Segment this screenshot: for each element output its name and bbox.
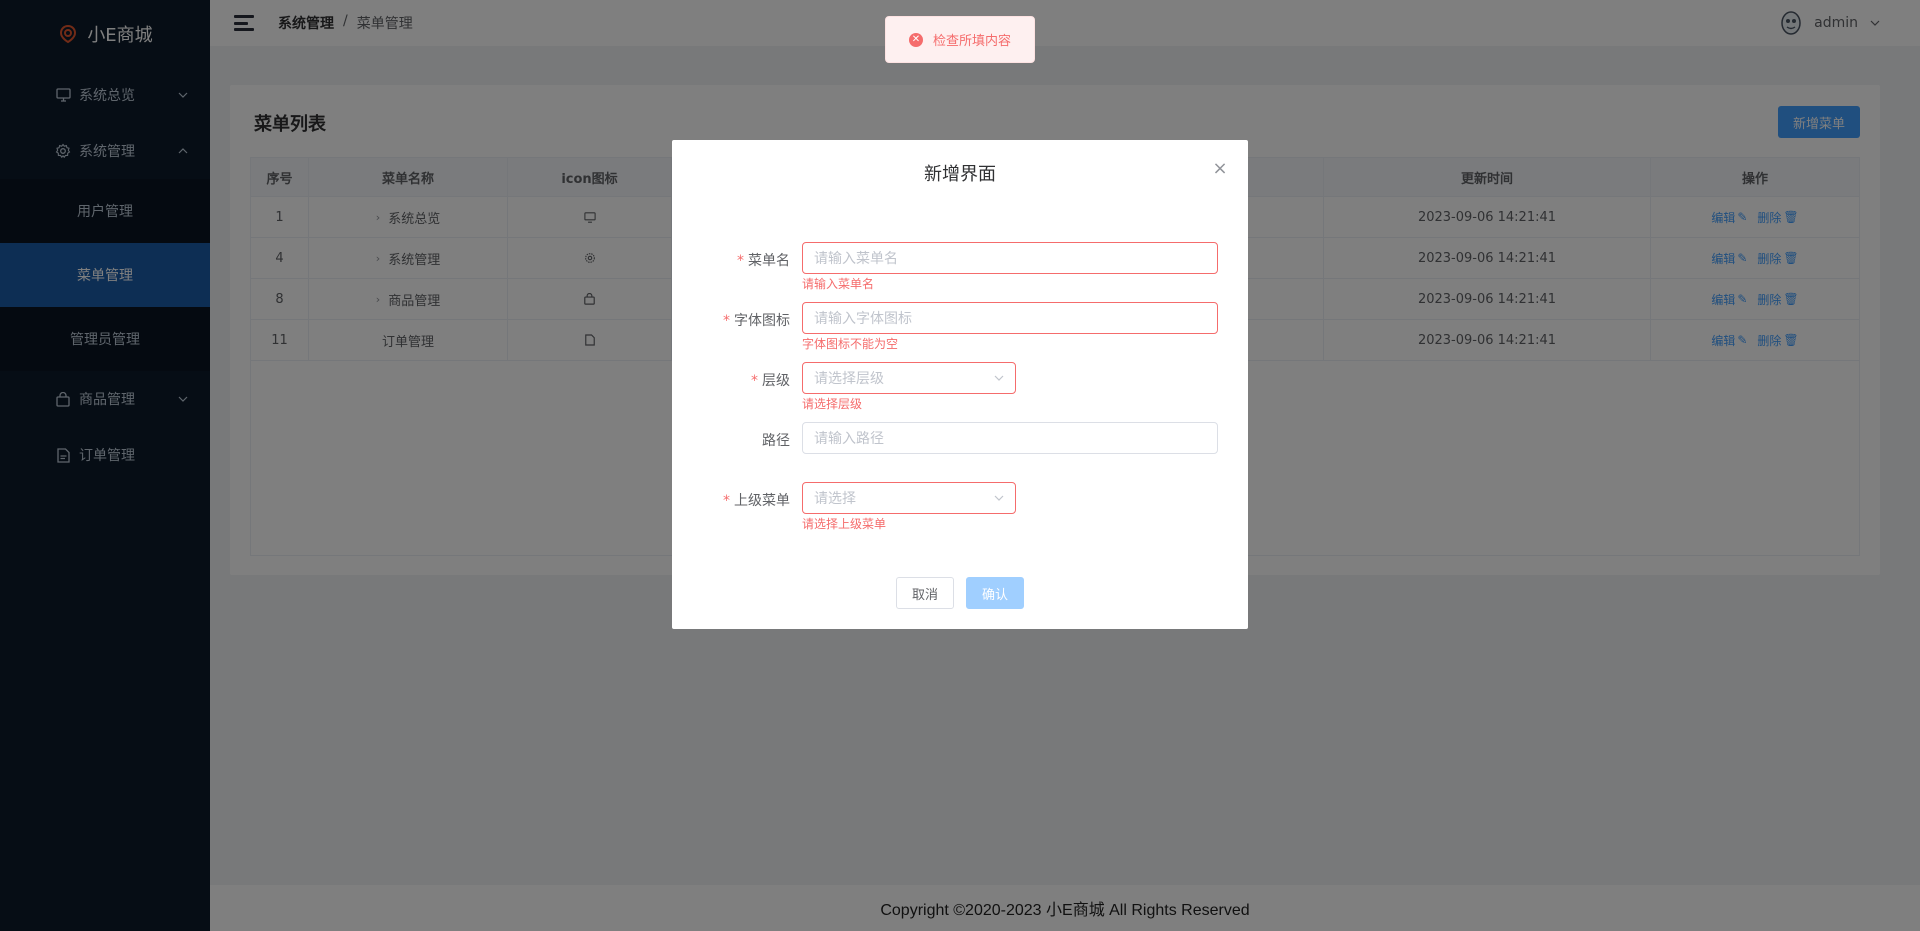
select-placeholder: 请选择层级 [814,371,884,387]
error-message: ✕ 检查所填内容 [885,16,1035,63]
field-error: 请选择上级菜单 [802,517,887,531]
menu-name-input[interactable]: 请输入菜单名 [802,242,1218,274]
error-message-text: 检查所填内容 [932,34,1011,49]
confirm-button[interactable]: 确认 [966,577,1025,609]
field-error: 请输入菜单名 [802,277,875,291]
field-label: 路径 [762,433,790,449]
chevron-down-icon [994,375,1004,381]
cancel-button[interactable]: 取消 [895,577,954,609]
dialog-footer: 取消 确认 [672,577,1248,609]
level-select[interactable]: 请选择层级 [802,362,1016,394]
icon-input[interactable]: 请输入字体图标 [802,302,1218,334]
path-input[interactable]: 请输入路径 [802,422,1218,454]
dialog-title: 新增界面 [924,164,996,185]
field-label: * 上级菜单 [723,493,790,509]
chevron-down-icon [994,495,1004,501]
error-icon: ✕ [908,32,923,47]
field-error: 字体图标不能为空 [802,337,899,351]
field-error: 请选择层级 [802,397,863,411]
field-label: * 字体图标 [723,313,790,329]
select-placeholder: 请选择 [814,491,856,507]
field-label: * 菜单名 [737,253,790,269]
field-label: * 层级 [751,373,790,389]
add-menu-dialog: 新增界面 × * 菜单名 请输入菜单名 请输入菜单名 * 字体图标 请输入字体图标 … [672,140,1248,629]
parent-menu-select[interactable]: 请选择 [802,482,1016,514]
close-icon[interactable]: × [1212,160,1228,178]
